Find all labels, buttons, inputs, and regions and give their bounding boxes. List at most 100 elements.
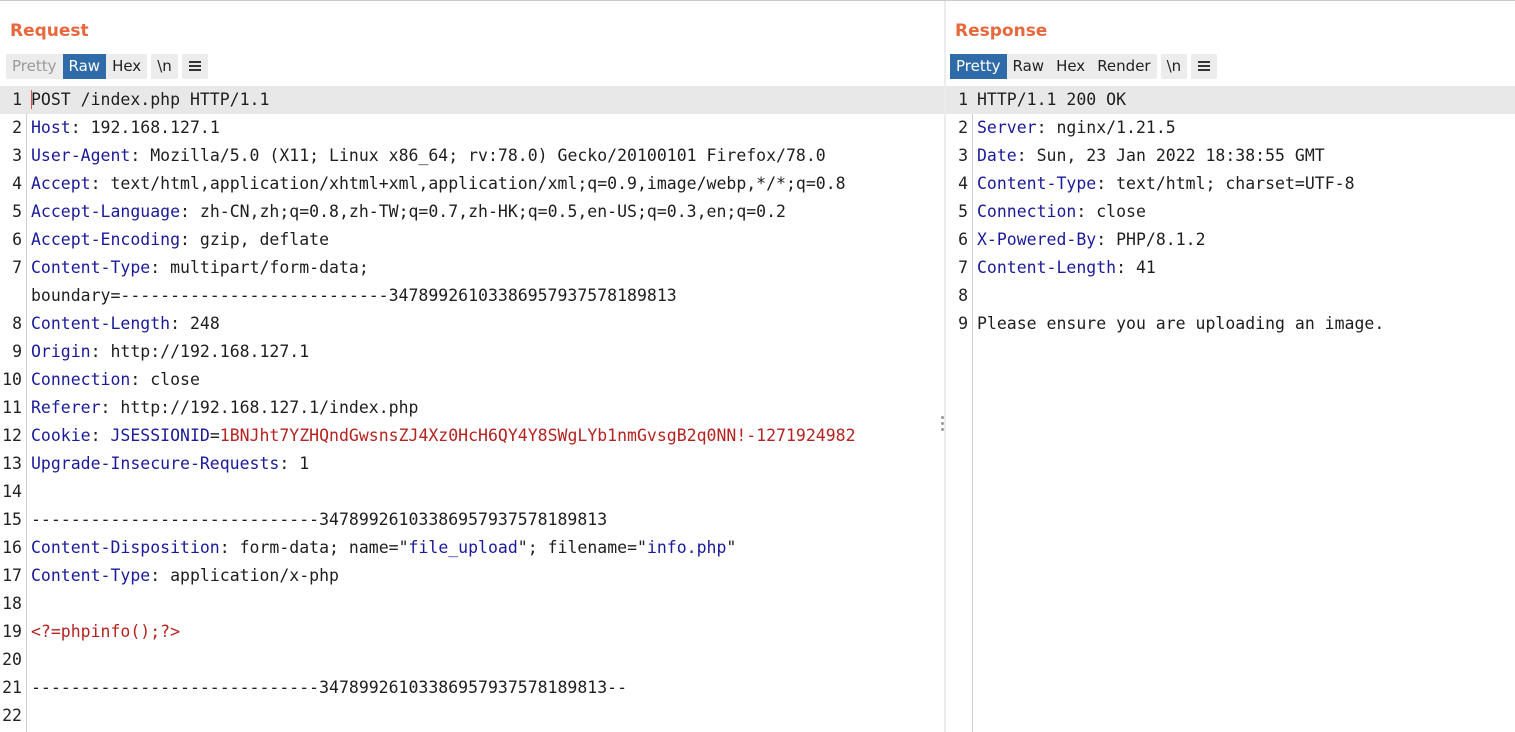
header-name: Connection — [31, 370, 131, 389]
line-text: Connection: close — [31, 366, 941, 394]
line-text: Content-Type: application/x-php — [31, 562, 941, 590]
line-text: POST /index.php HTTP/1.1 — [31, 86, 941, 114]
response-line: 6 X-Powered-By: PHP/8.1.2 — [946, 226, 1515, 254]
line-number: 5 — [958, 202, 968, 221]
response-pane: Response Pretty Raw Hex Render \n 1 HTTP/… — [946, 1, 1515, 732]
header-separator: : — [1096, 230, 1117, 249]
request-tab-pretty[interactable]: Pretty — [6, 54, 63, 79]
plain-text: HTTP/1.1 200 OK — [977, 90, 1127, 109]
header-name: Accept-Language — [31, 202, 181, 221]
header-name: Content-Length — [977, 258, 1117, 277]
request-tab-hex[interactable]: Hex — [106, 54, 147, 79]
request-line: 13 Upgrade-Insecure-Requests: 1 — [0, 450, 945, 478]
line-text: Referer: http://192.168.127.1/index.php — [31, 394, 941, 422]
header-value: 248 — [189, 314, 220, 333]
php-code: <?=phpinfo();?> — [31, 622, 181, 641]
line-number: 15 — [2, 510, 22, 529]
header-separator: : — [150, 258, 171, 277]
text-caret — [31, 90, 32, 109]
response-line: 1 HTTP/1.1 200 OK — [946, 86, 1515, 114]
plain-text: -----------------------------34789926103… — [31, 678, 628, 697]
request-line: 14 — [0, 478, 945, 506]
header-value: multipart/form-data; — [170, 258, 369, 277]
header-value-mid: "; filename=" — [517, 538, 647, 557]
request-title: Request — [10, 21, 89, 41]
request-menu-button[interactable] — [181, 53, 208, 79]
header-value: http://192.168.127.1 — [110, 342, 310, 361]
line-number: 7 — [958, 258, 968, 277]
response-line: 7 Content-Length: 41 — [946, 254, 1515, 282]
header-value: text/html,application/xhtml+xml,applicat… — [110, 174, 846, 193]
line-number: 16 — [2, 538, 22, 557]
request-line: 3 User-Agent: Mozilla/5.0 (X11; Linux x86… — [0, 142, 945, 170]
header-value: 41 — [1135, 258, 1156, 277]
header-value: PHP/8.1.2 — [1116, 230, 1206, 249]
response-line: 3 Date: Sun, 23 Jan 2022 18:38:55 GMT — [946, 142, 1515, 170]
request-line: 18 — [0, 590, 945, 618]
request-line: 15 -----------------------------347899261… — [0, 506, 945, 534]
line-text: Please ensure you are uploading an image… — [977, 310, 1511, 338]
response-tab-render[interactable]: Render — [1091, 54, 1156, 79]
header-name: Upgrade-Insecure-Requests — [31, 454, 280, 473]
header-separator: : — [90, 174, 111, 193]
header-name: Content-Disposition — [31, 538, 220, 557]
request-line: 16 Content-Disposition: form-data; name="… — [0, 534, 945, 562]
header-name: Accept — [31, 174, 91, 193]
line-number: 19 — [2, 622, 22, 641]
plain-text: -----------------------------34789926103… — [31, 510, 608, 529]
hamburger-icon — [1198, 59, 1211, 73]
line-number: 21 — [2, 678, 22, 697]
response-lines: 1 HTTP/1.1 200 OK 2 Server: nginx/1.21.5 3 Da… — [946, 86, 1515, 338]
request-newline-toggle[interactable]: \n — [151, 53, 178, 79]
line-text: Date: Sun, 23 Jan 2022 18:38:55 GMT — [977, 142, 1511, 170]
line-number: 3 — [12, 146, 22, 165]
line-text: Content-Disposition: form-data; name="fi… — [31, 534, 941, 562]
response-newline-toggle[interactable]: \n — [1160, 53, 1188, 79]
response-menu-button[interactable] — [1191, 53, 1218, 79]
response-editor[interactable]: 1 HTTP/1.1 200 OK 2 Server: nginx/1.21.5 3 Da… — [946, 86, 1515, 732]
line-text: Connection: close — [977, 198, 1511, 226]
header-name: Host — [31, 118, 71, 137]
header-name: Accept-Encoding — [31, 230, 181, 249]
line-number: 12 — [2, 426, 22, 445]
header-name: Content-Type — [31, 258, 151, 277]
line-number: 9 — [12, 342, 22, 361]
header-separator: : — [1076, 202, 1097, 221]
header-name: Date — [977, 146, 1017, 165]
splitter-handle-icon[interactable] — [939, 416, 945, 438]
line-number: 20 — [2, 650, 22, 669]
field-name-value: file_upload — [408, 538, 518, 557]
response-tab-raw[interactable]: Raw — [1007, 54, 1051, 79]
line-text: Host: 192.168.127.1 — [31, 114, 941, 142]
filename-value: info.php — [646, 538, 727, 557]
line-number: 2 — [12, 118, 22, 137]
request-line: 17 Content-Type: application/x-php — [0, 562, 945, 590]
response-view-tabs: Pretty Raw Hex Render — [950, 53, 1157, 79]
plain-text: POST /index.php HTTP/1.1 — [31, 90, 270, 109]
line-number: 4 — [12, 174, 22, 193]
request-tab-raw[interactable]: Raw — [62, 53, 107, 79]
request-line: 8 Content-Length: 248 — [0, 310, 945, 338]
header-separator: : — [1096, 174, 1117, 193]
header-name: Content-Length — [31, 314, 171, 333]
line-number: 7 — [12, 258, 22, 277]
line-text: Accept-Language: zh-CN,zh;q=0.8,zh-TW;q=… — [31, 198, 941, 226]
request-line: 1 POST /index.php HTTP/1.1 — [0, 86, 945, 114]
response-line: 5 Connection: close — [946, 198, 1515, 226]
line-text: Cookie: JSESSIONID=1BNJht7YZHQndGwsnsZJ4… — [31, 422, 941, 450]
request-lines: 1 POST /index.php HTTP/1.1 2 Host: 192.168.… — [0, 86, 945, 730]
request-line: 19 <?=phpinfo();?> — [0, 618, 945, 646]
header-name: User-Agent — [31, 146, 131, 165]
response-tab-pretty[interactable]: Pretty — [950, 53, 1007, 79]
header-separator: : — [90, 342, 111, 361]
request-toolbar: Pretty Raw Hex \n — [6, 53, 208, 79]
line-text: HTTP/1.1 200 OK — [977, 86, 1511, 114]
response-tab-hex[interactable]: Hex — [1050, 54, 1091, 79]
header-name: Connection — [977, 202, 1077, 221]
line-number: 8 — [958, 286, 968, 305]
header-value: text/html; charset=UTF-8 — [1116, 174, 1355, 193]
line-text: Content-Type: text/html; charset=UTF-8 — [977, 170, 1511, 198]
plain-text: Please ensure you are uploading an image… — [977, 314, 1385, 333]
header-name: Content-Type — [977, 174, 1097, 193]
request-editor[interactable]: 1 POST /index.php HTTP/1.1 2 Host: 192.168.… — [0, 86, 945, 732]
